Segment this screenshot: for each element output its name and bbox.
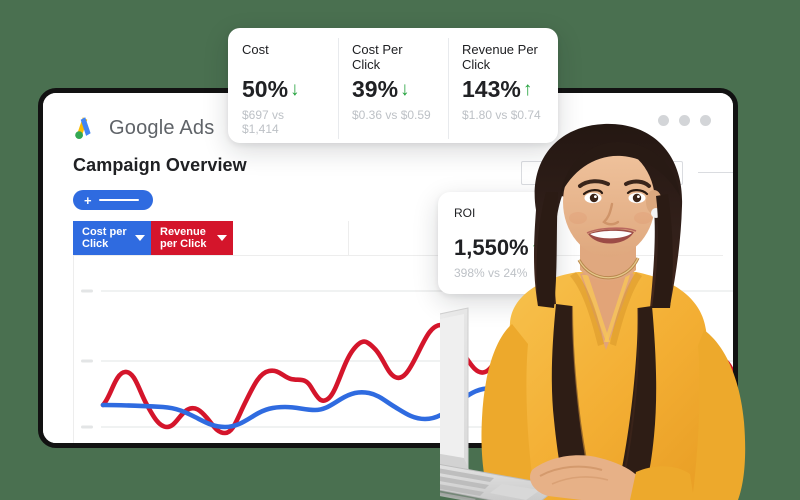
- metric-cost: Cost 50% ↓ $697 vs $1,414: [228, 42, 338, 143]
- metric-cost-value-row: 50% ↓: [242, 78, 324, 101]
- metric-revenue-per-click-value: 143%: [462, 76, 521, 102]
- metric-cost-comparison: $697 vs $1,414: [242, 108, 285, 136]
- brand: Google Ads: [73, 115, 214, 141]
- column-cost-per-click-label: Cost per Click: [82, 225, 127, 251]
- add-campaign-pill[interactable]: +: [73, 190, 153, 210]
- google-ads-logo-icon: [73, 115, 99, 141]
- metric-cost-per-click-value: 39%: [352, 76, 399, 102]
- page-title: Campaign Overview: [73, 155, 247, 175]
- metric-cost-per-click-label: Cost Per Click: [352, 42, 403, 72]
- arrow-down-icon: ↓: [400, 79, 410, 100]
- metric-cost-per-click: Cost Per Click 39% ↓ $0.36 vs $0.59: [338, 38, 448, 143]
- metric-revenue-per-click-value-row: 143% ↑: [462, 78, 544, 101]
- metric-cost-per-click-value-row: 39% ↓: [352, 78, 434, 101]
- pill-placeholder-bar: [98, 198, 139, 202]
- metric-cost-per-click-comparison: $0.36 vs $0.59: [352, 108, 431, 122]
- person-with-laptop-photo: [440, 118, 770, 500]
- column-revenue-per-click-label: Revenue per Click: [160, 225, 207, 251]
- chevron-down-icon[interactable]: [135, 235, 145, 241]
- column-cost-per-click[interactable]: Cost per Click: [73, 221, 151, 255]
- screenshot-stage: Google Ads Campaign Overview + Cost per …: [0, 0, 800, 500]
- metric-cost-label: Cost: [242, 42, 269, 57]
- metric-revenue-per-click-label: Revenue Per Click: [462, 42, 538, 72]
- metric-cost-value: 50%: [242, 76, 289, 102]
- arrow-up-icon: ↑: [522, 79, 533, 100]
- chevron-down-icon[interactable]: [217, 235, 227, 241]
- column-revenue-per-click[interactable]: Revenue per Click: [151, 221, 233, 255]
- brand-name: Google Ads: [109, 116, 215, 139]
- plus-icon: +: [84, 192, 92, 208]
- arrow-down-icon: ↓: [290, 79, 300, 100]
- column-empty-1[interactable]: [233, 221, 349, 255]
